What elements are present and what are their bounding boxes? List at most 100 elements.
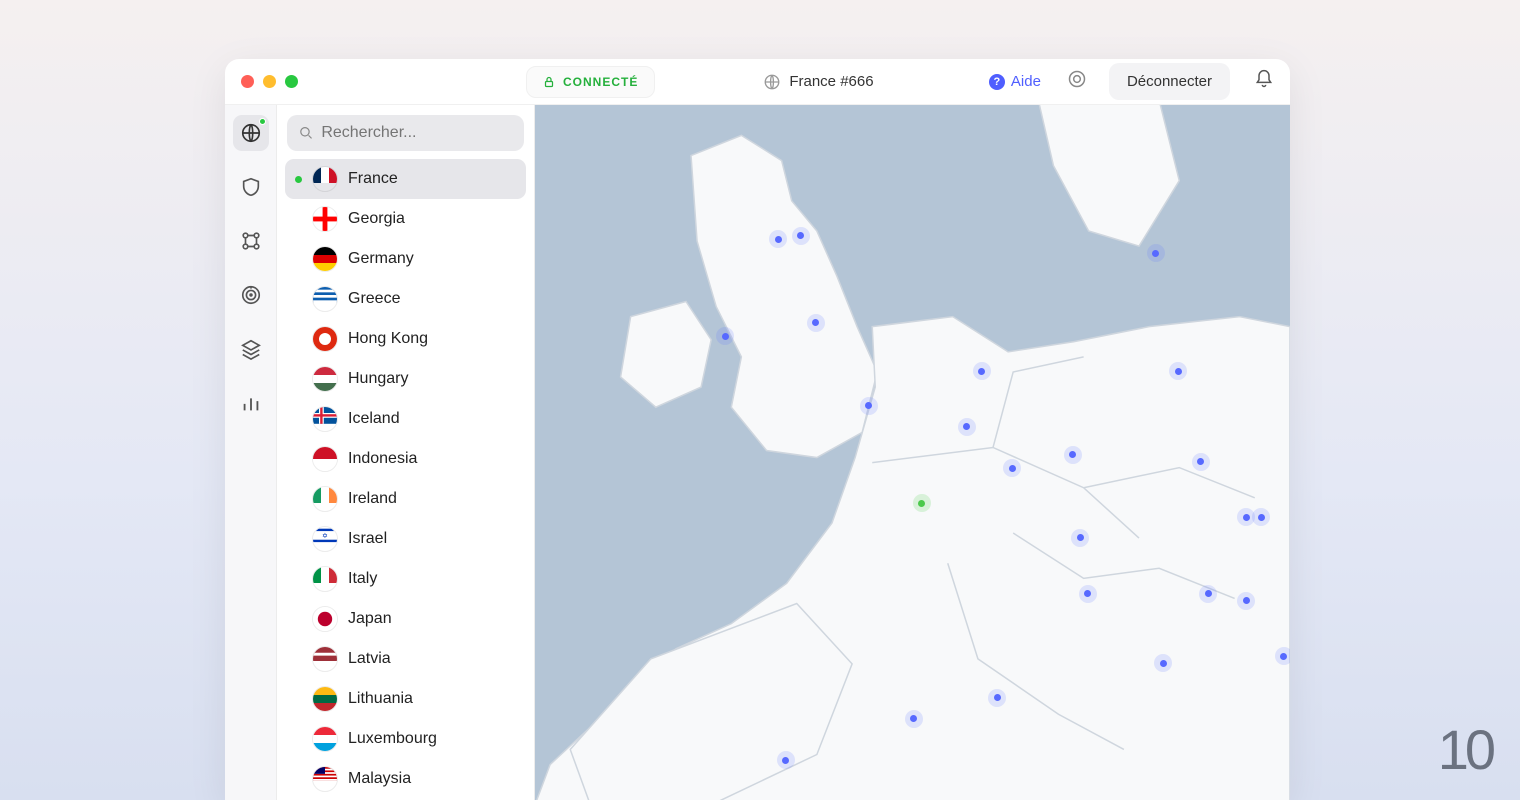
flag-icon: ✡ [312, 526, 338, 552]
country-item-israel[interactable]: ✡ Israel [285, 519, 526, 559]
map-server-dot[interactable] [958, 418, 976, 436]
country-label: Greece [348, 290, 400, 308]
map-server-dot[interactable] [1192, 453, 1210, 471]
country-label: Iceland [348, 410, 400, 428]
window-controls [241, 75, 298, 88]
country-item-japan[interactable]: Japan [285, 599, 526, 639]
map-server-dot[interactable] [1071, 529, 1089, 547]
titlebar: CONNECTÉ France #666 ? Aide Déconnecter [225, 59, 1290, 105]
country-item-latvia[interactable]: Latvia [285, 639, 526, 679]
country-item-france[interactable]: France [285, 159, 526, 199]
maximize-window-button[interactable] [285, 75, 298, 88]
country-label: Italy [348, 570, 377, 588]
flag-icon [312, 166, 338, 192]
nav-rail [225, 105, 277, 800]
flag-icon [312, 686, 338, 712]
country-label: Latvia [348, 650, 391, 668]
country-label: Israel [348, 530, 387, 548]
map-server-dot[interactable] [1147, 244, 1165, 262]
search-input[interactable] [321, 124, 512, 142]
map-server-dot[interactable] [807, 314, 825, 332]
nav-radar[interactable] [233, 277, 269, 313]
connection-status-pill: CONNECTÉ [526, 66, 655, 98]
flag-icon [312, 766, 338, 792]
country-item-italy[interactable]: Italy [285, 559, 526, 599]
country-label: Hungary [348, 370, 408, 388]
country-label: France [348, 170, 398, 188]
server-info[interactable]: France #666 [763, 73, 873, 91]
map-server-dot[interactable] [988, 689, 1006, 707]
flag-icon [312, 366, 338, 392]
svg-text:✡: ✡ [322, 531, 328, 540]
help-label: Aide [1011, 73, 1041, 90]
watermark: 10 [1438, 717, 1492, 782]
minimize-window-button[interactable] [263, 75, 276, 88]
nav-shield[interactable] [233, 169, 269, 205]
country-label: Germany [348, 250, 414, 268]
help-icon: ? [989, 74, 1005, 90]
flag-icon [312, 446, 338, 472]
lock-icon [543, 76, 555, 88]
map-server-dot[interactable] [1064, 446, 1082, 464]
disconnect-button[interactable]: Déconnecter [1109, 63, 1230, 100]
country-label: Malaysia [348, 770, 411, 788]
map-server-dot[interactable] [1275, 647, 1290, 665]
globe-icon [763, 73, 781, 91]
country-label: Japan [348, 610, 392, 628]
country-item-hungary[interactable]: Hungary [285, 359, 526, 399]
flag-icon [312, 246, 338, 272]
map-view[interactable] [535, 105, 1290, 800]
map-server-dot[interactable] [792, 227, 810, 245]
search-box[interactable] [287, 115, 524, 151]
connection-status-text: CONNECTÉ [563, 75, 638, 89]
country-label: Hong Kong [348, 330, 428, 348]
country-label: Luxembourg [348, 730, 437, 748]
close-window-button[interactable] [241, 75, 254, 88]
country-item-indonesia[interactable]: Indonesia [285, 439, 526, 479]
nav-stats[interactable] [233, 385, 269, 421]
flag-icon [312, 646, 338, 672]
map-server-dot[interactable] [1199, 585, 1217, 603]
country-label: Lithuania [348, 690, 413, 708]
help-link[interactable]: ? Aide [989, 73, 1041, 90]
map-server-dot[interactable] [860, 397, 878, 415]
country-label: Indonesia [348, 450, 417, 468]
nav-countries[interactable] [233, 115, 269, 151]
threat-protection-icon[interactable] [1067, 69, 1087, 94]
notifications-icon[interactable] [1254, 69, 1274, 94]
country-item-greece[interactable]: Greece [285, 279, 526, 319]
flag-icon [312, 486, 338, 512]
server-name: France #666 [789, 73, 873, 90]
flag-icon [312, 606, 338, 632]
flag-icon [312, 566, 338, 592]
country-item-luxembourg[interactable]: Luxembourg [285, 719, 526, 759]
nav-mesh[interactable] [233, 223, 269, 259]
country-item-iceland[interactable]: Iceland [285, 399, 526, 439]
map-server-dot[interactable] [973, 362, 991, 380]
flag-icon [312, 206, 338, 232]
country-item-malaysia[interactable]: Malaysia [285, 759, 526, 799]
app-window: CONNECTÉ France #666 ? Aide Déconnecter [225, 59, 1290, 800]
map-server-dot[interactable] [1237, 592, 1255, 610]
map-server-dot[interactable] [905, 710, 923, 728]
flag-icon [312, 406, 338, 432]
country-item-hongkong[interactable]: Hong Kong [285, 319, 526, 359]
nav-layers[interactable] [233, 331, 269, 367]
country-item-lithuania[interactable]: Lithuania [285, 679, 526, 719]
map-server-dot[interactable] [1079, 585, 1097, 603]
connected-dot-icon [295, 176, 302, 183]
country-list[interactable]: France Georgia Germany Greece Hong Kong Hunga… [277, 159, 534, 800]
flag-icon [312, 286, 338, 312]
country-item-germany[interactable]: Germany [285, 239, 526, 279]
country-panel: France Georgia Germany Greece Hong Kong Hunga… [277, 105, 535, 800]
map-server-dot-active[interactable] [913, 494, 931, 512]
search-icon [299, 125, 313, 141]
map-server-dot[interactable] [777, 751, 795, 769]
flag-icon [312, 326, 338, 352]
country-item-georgia[interactable]: Georgia [285, 199, 526, 239]
app-body: France Georgia Germany Greece Hong Kong Hunga… [225, 105, 1290, 800]
country-label: Ireland [348, 490, 397, 508]
country-item-ireland[interactable]: Ireland [285, 479, 526, 519]
flag-icon [312, 726, 338, 752]
connected-indicator-icon [259, 118, 266, 125]
